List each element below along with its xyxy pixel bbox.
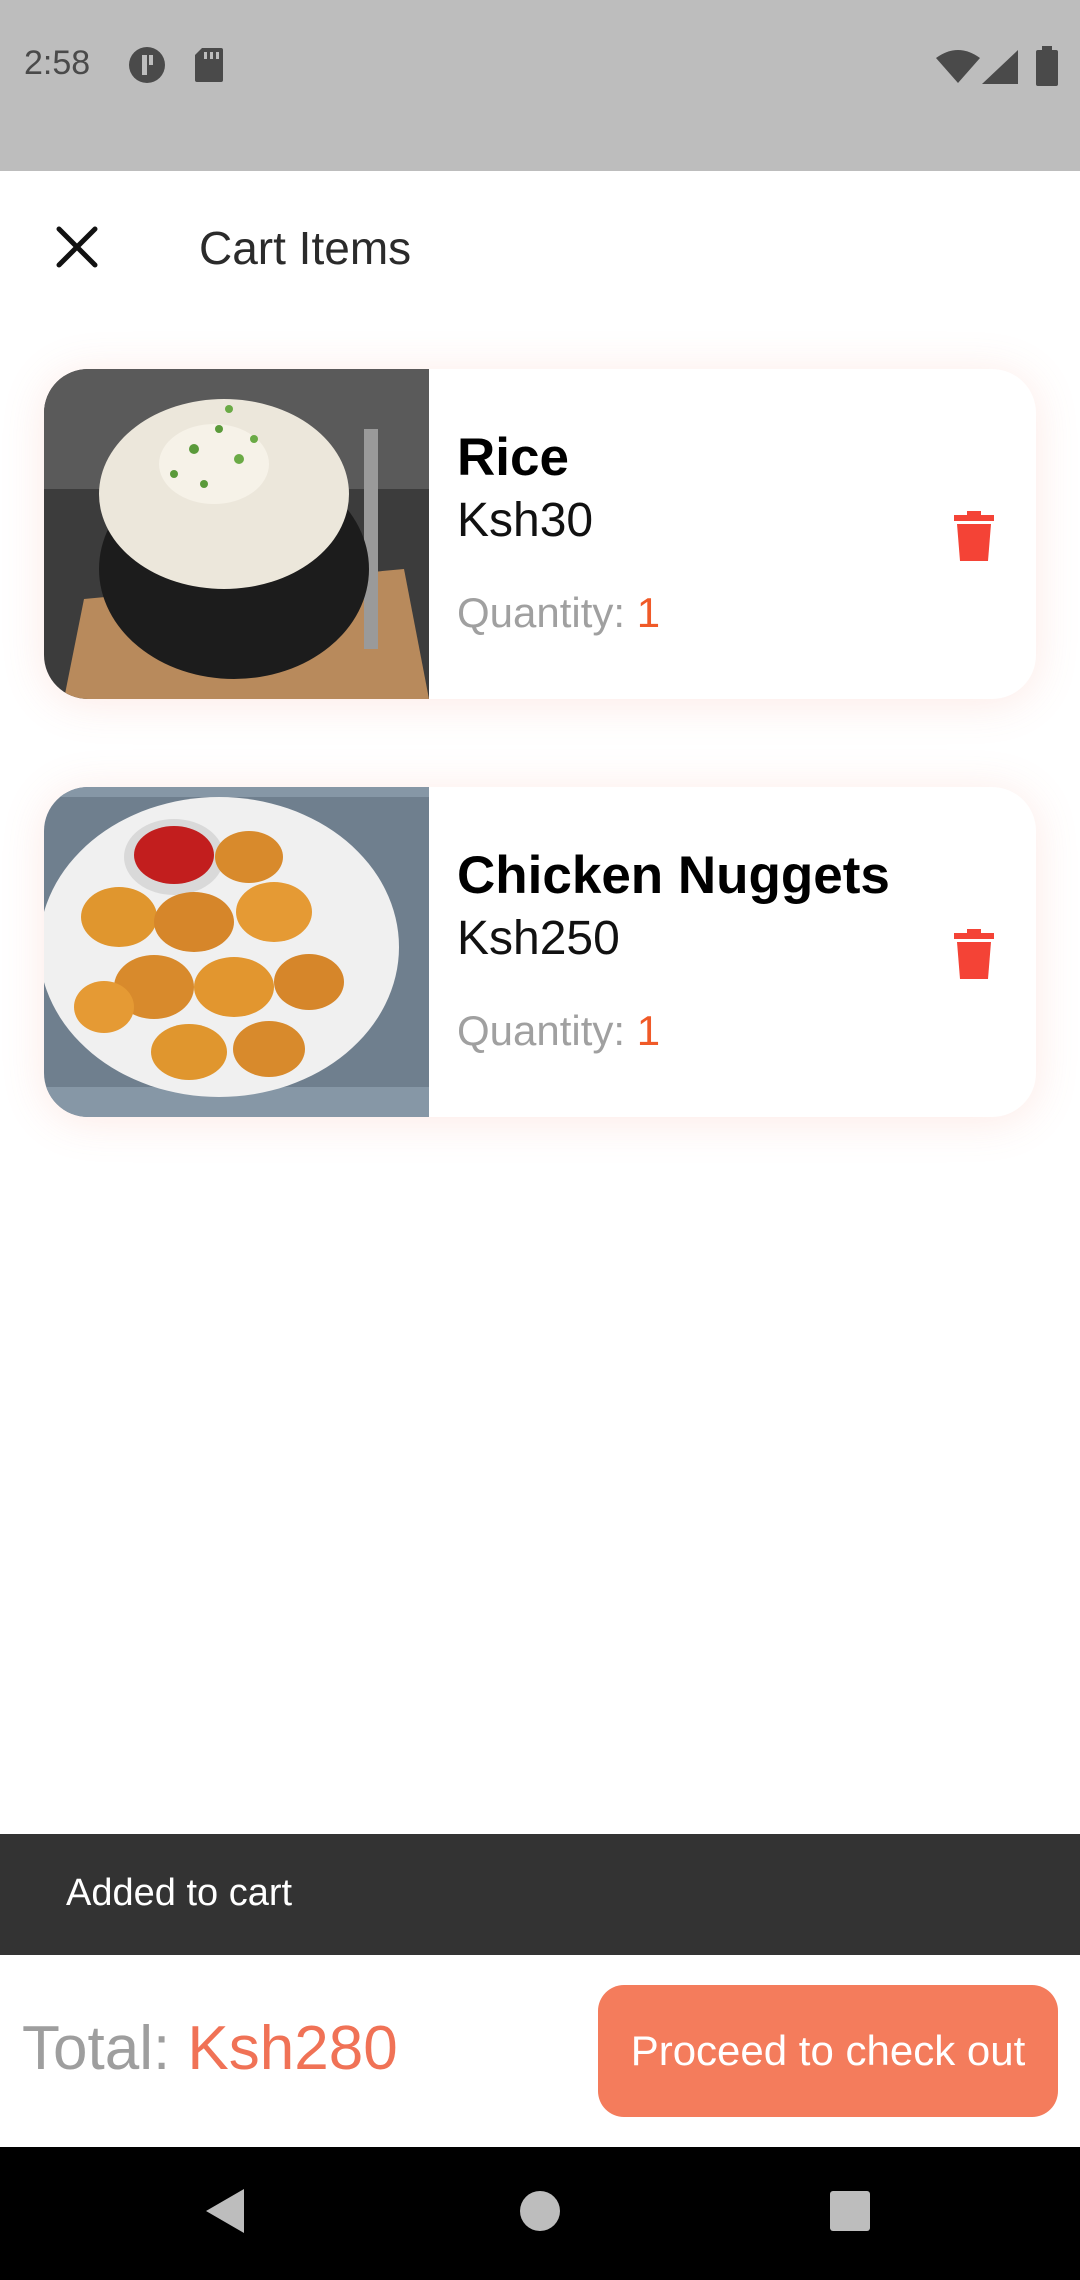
status-bar: 2:58: [0, 0, 1080, 171]
item-price: Ksh30: [457, 494, 594, 547]
item-price: Ksh250: [457, 912, 620, 965]
item-image: [44, 369, 429, 699]
recents-icon[interactable]: [828, 2187, 872, 2240]
battery-icon: [1036, 46, 1058, 91]
snackbar: Added to cart: [0, 1834, 1080, 1955]
home-icon[interactable]: [518, 2187, 562, 2240]
quantity-label: Quantity:: [457, 1007, 637, 1054]
quantity-value: 1: [636, 1007, 661, 1054]
cart-item-card: Chicken Nuggets Ksh250 Quantity: 1: [44, 787, 1036, 1117]
page-title: Cart Items: [199, 222, 412, 274]
close-button[interactable]: [40, 210, 114, 284]
signal-icon: [982, 50, 1018, 89]
close-icon: [56, 226, 98, 268]
back-icon[interactable]: [204, 2187, 246, 2240]
item-name: Rice: [457, 428, 569, 487]
total-label: Total:: [22, 2014, 188, 2083]
delete-item-button[interactable]: [944, 919, 1004, 989]
trash-icon: [954, 511, 994, 561]
cart-item-card: Rice Ksh30 Quantity: 1: [44, 369, 1036, 699]
wifi-icon: [936, 50, 980, 89]
navigation-bar: [0, 2147, 1080, 2280]
item-quantity: Quantity: 1: [457, 589, 660, 637]
item-image: [44, 787, 429, 1117]
checkout-button[interactable]: Proceed to check out: [598, 1985, 1058, 2117]
total-value: Ksh280: [187, 2014, 398, 2083]
total-amount: Total: Ksh280: [22, 2013, 398, 2084]
item-name: Chicken Nuggets: [457, 846, 890, 905]
trash-icon: [954, 929, 994, 979]
sd-card-icon: [194, 46, 224, 89]
snackbar-message: Added to cart: [66, 1872, 293, 1914]
quantity-label: Quantity:: [457, 589, 637, 636]
app-notification-icon: [128, 46, 166, 89]
status-time: 2:58: [24, 44, 91, 82]
quantity-value: 1: [636, 589, 661, 636]
total-bar: Total: Ksh280 Proceed to check out: [0, 1955, 1080, 2147]
cart-screen: 2:58 Cart Items Rice Ksh30 Quantity: 1 C…: [0, 0, 1080, 2280]
item-quantity: Quantity: 1: [457, 1007, 660, 1055]
delete-item-button[interactable]: [944, 501, 1004, 571]
